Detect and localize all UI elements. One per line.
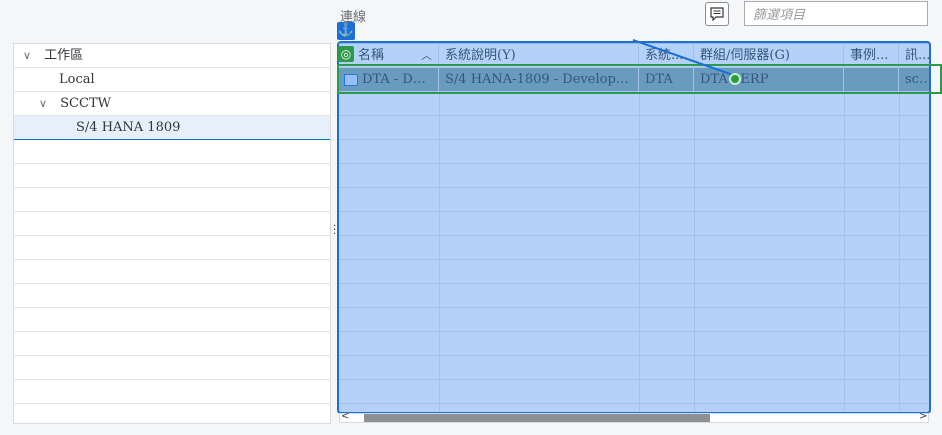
tree-item-label: Local — [59, 72, 95, 87]
tree-item-s4hana[interactable]: S/4 HANA 1809 — [14, 116, 330, 140]
filter-input[interactable]: 篩選項目 — [744, 1, 928, 26]
filter-placeholder: 篩選項目 — [753, 8, 806, 23]
cell-message: sc1t — [899, 68, 930, 91]
chevron-down-icon[interactable]: ∨ — [20, 44, 34, 67]
table-empty-row — [338, 380, 930, 404]
scroll-right-icon[interactable]: > — [919, 411, 927, 422]
drop-target-icon[interactable] — [729, 73, 741, 85]
table-empty-row — [338, 212, 930, 236]
target-icon: ◎ — [338, 46, 354, 62]
table-empty-row — [338, 116, 930, 140]
tree-empty-row — [14, 284, 330, 308]
chevron-down-icon[interactable]: ∨ — [36, 92, 50, 115]
tree-empty-row — [14, 188, 330, 212]
sort-ascending-icon[interactable]: ︿ — [421, 44, 432, 67]
table-empty-row — [338, 164, 930, 188]
cell-name: DTA - Dev... — [338, 68, 439, 91]
tree-empty-row — [14, 380, 330, 404]
tree-empty-row — [14, 164, 330, 188]
column-header-label: 系統說明(Y) — [445, 48, 516, 63]
anchor-icon[interactable]: ⚓ — [337, 22, 355, 40]
cell-system: DTA — [639, 68, 694, 91]
table-empty-row — [338, 308, 930, 332]
table-empty-row — [338, 92, 930, 116]
column-header-message[interactable]: 訊... — [899, 44, 931, 67]
tree-empty-row — [14, 308, 330, 332]
column-header-label: 事例... — [850, 48, 889, 63]
column-header-system[interactable]: 系統... — [639, 44, 694, 67]
connections-table: 名稱 ︿ 系統說明(Y) 系統... 群組/伺服器(G) 事例... 訊... … — [337, 43, 931, 413]
message-button[interactable] — [705, 2, 729, 26]
column-header-label: 群組/伺服器(G) — [700, 48, 790, 63]
cell-description: S/4 HANA-1809 - Development — [439, 68, 639, 91]
scrollbar-thumb[interactable] — [364, 414, 710, 422]
tree-item-workspace[interactable]: ∨ 工作區 — [14, 44, 330, 68]
column-header-label: 訊... — [905, 48, 931, 63]
cell-group: DTA - ERP — [694, 68, 844, 91]
table-empty-row — [338, 356, 930, 380]
cell-text: DTA - Dev... — [362, 72, 439, 87]
table-empty-row — [338, 140, 930, 164]
tree-item-label: S/4 HANA 1809 — [76, 120, 181, 135]
column-header-instance[interactable]: 事例... — [844, 44, 899, 67]
table-empty-row — [338, 236, 930, 260]
tree-empty-row — [14, 260, 330, 284]
table-row[interactable]: DTA - Dev... S/4 HANA-1809 - Development… — [338, 68, 930, 92]
tree-empty-row — [14, 356, 330, 380]
scroll-left-icon[interactable]: < — [341, 411, 349, 422]
table-empty-row — [338, 260, 930, 284]
tree-item-label: 工作區 — [44, 48, 84, 63]
table-empty-row — [338, 188, 930, 212]
cell-instance — [844, 68, 899, 91]
tree-item-scctw[interactable]: ∨ SCCTW — [14, 92, 330, 116]
tree-empty-row — [14, 212, 330, 236]
sap-system-icon — [344, 73, 358, 86]
column-header-description[interactable]: 系統說明(Y) — [439, 44, 639, 67]
tree-item-label: SCCTW — [60, 96, 111, 111]
workspace-tree: ∨ 工作區 Local ∨ SCCTW S/4 HANA 1809 — [13, 43, 331, 424]
tree-empty-row — [14, 332, 330, 356]
table-empty-row — [338, 332, 930, 356]
table-header-row: 名稱 ︿ 系統說明(Y) 系統... 群組/伺服器(G) 事例... 訊... — [338, 44, 931, 68]
column-header-label: 系統... — [645, 48, 684, 63]
column-header-group[interactable]: 群組/伺服器(G) — [694, 44, 844, 67]
tree-empty-row — [14, 236, 330, 260]
tree-item-local[interactable]: Local — [14, 68, 330, 92]
message-icon — [710, 7, 724, 21]
table-empty-row — [338, 284, 930, 308]
tree-empty-row — [14, 140, 330, 164]
